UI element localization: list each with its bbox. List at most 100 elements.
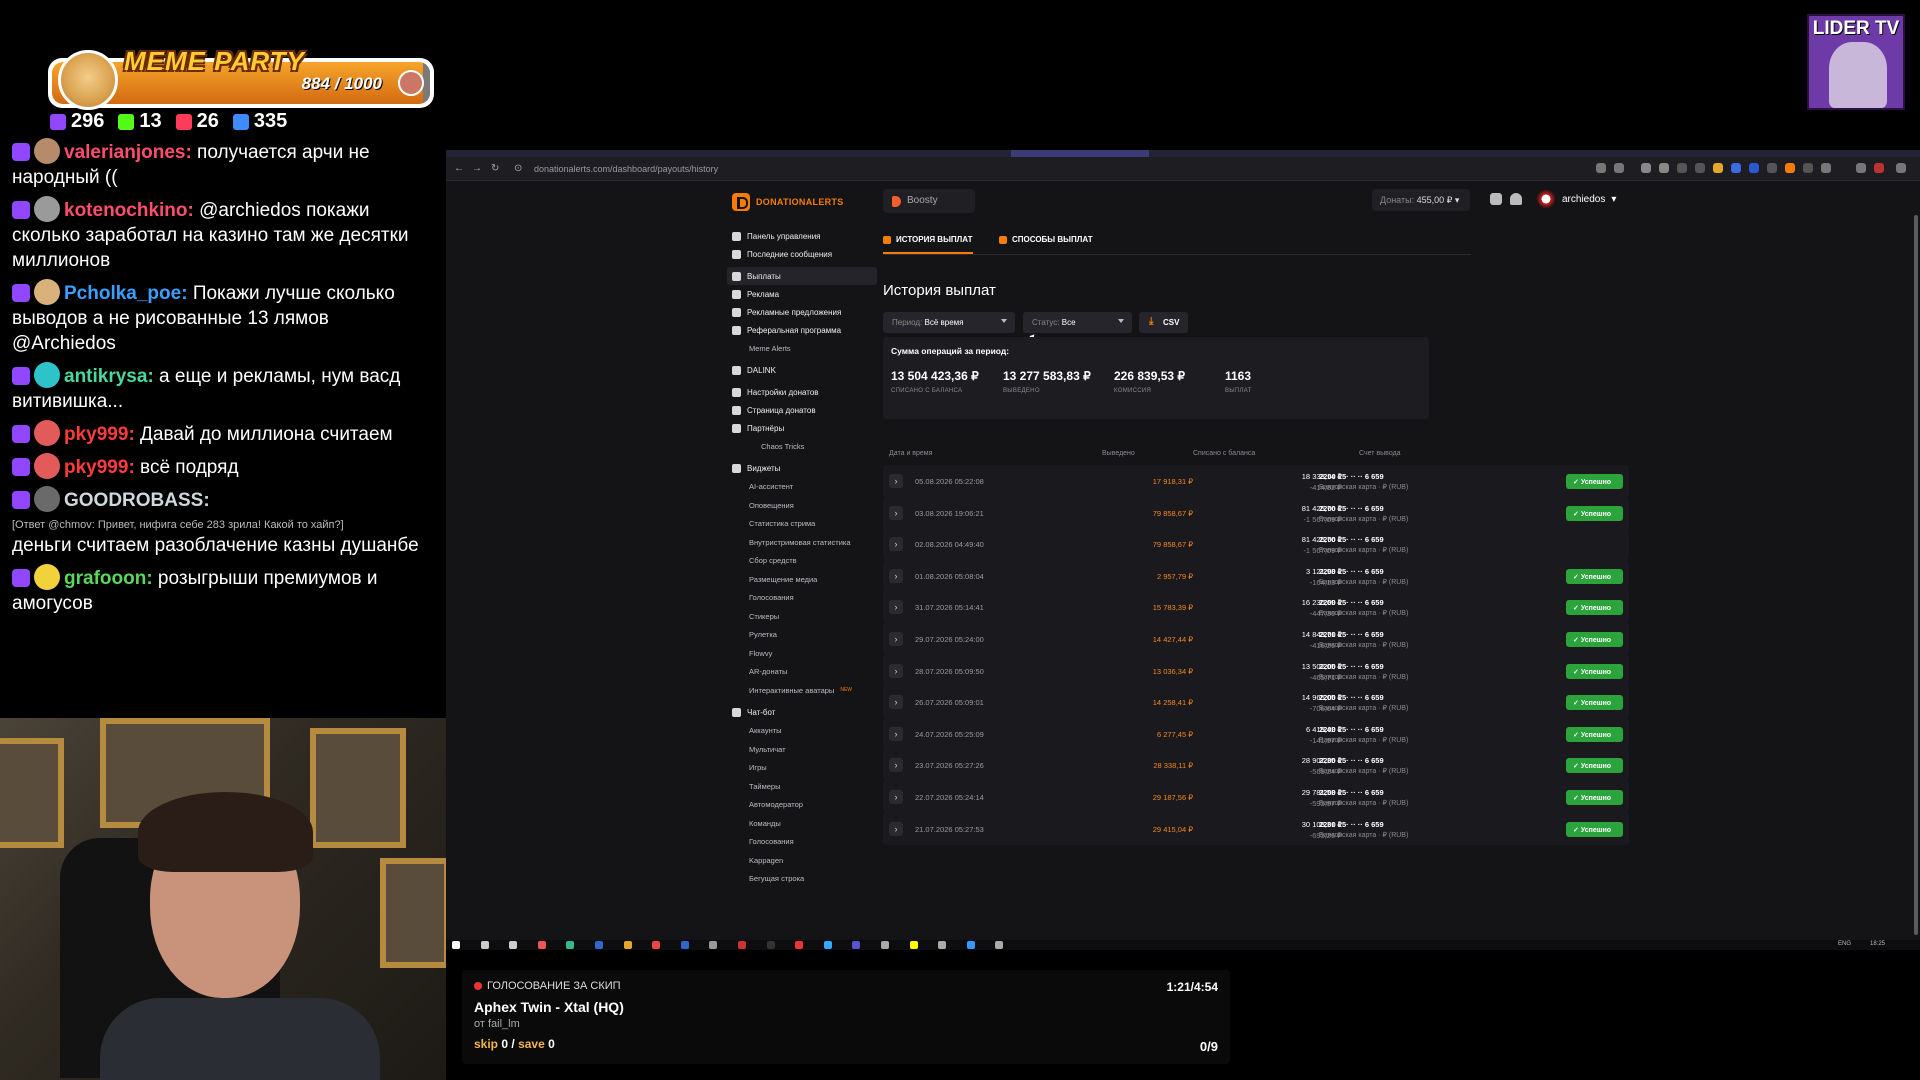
sidebar-item[interactable]: Интерактивные аватары NEW <box>727 681 877 700</box>
extension-icon[interactable] <box>1749 163 1759 173</box>
taskbar-app-icon[interactable] <box>537 941 546 949</box>
taskbar-app-icon[interactable] <box>566 941 575 949</box>
sidebar-item[interactable]: AR-донаты <box>727 663 877 682</box>
sidebar-item[interactable]: Страница донатов <box>727 402 877 420</box>
bell-icon[interactable] <box>1510 193 1522 205</box>
taskbar-app-icon[interactable] <box>709 941 718 949</box>
sidebar-item[interactable]: Голосования <box>727 833 877 852</box>
sidebar-item[interactable]: DALINK <box>727 362 877 380</box>
chevron-right-icon[interactable]: › <box>889 632 903 646</box>
tab-payout-methods[interactable]: СПОСОБЫ ВЫПЛАТ <box>999 235 1093 244</box>
chevron-right-icon[interactable]: › <box>889 695 903 710</box>
menu-icon[interactable] <box>1896 163 1906 173</box>
sidebar-item[interactable]: Сбор средств <box>727 552 877 571</box>
taskbar-app-icon[interactable] <box>766 941 775 949</box>
scrollbar[interactable] <box>1914 215 1918 935</box>
active-tab[interactable] <box>1011 150 1149 157</box>
sidebar-item[interactable]: Внутристримовая статистика <box>727 533 877 552</box>
profile-icon[interactable] <box>1874 163 1884 173</box>
table-row[interactable]: › 21.07.2026 05:27:53 29 415,04 ₽30 108,31… <box>883 812 1629 845</box>
taskbar-app-icon[interactable] <box>509 941 518 949</box>
sidebar-item[interactable]: Стикеры <box>727 607 877 626</box>
sidebar-item[interactable]: Панель управления <box>727 227 877 245</box>
wallet-icon[interactable] <box>1490 193 1502 205</box>
forward-icon[interactable]: → <box>472 163 482 174</box>
taskbar-app-icon[interactable] <box>452 941 460 949</box>
sidebar-item[interactable]: Рекламные предложения <box>727 303 877 321</box>
taskbar-app-icon[interactable] <box>966 941 975 949</box>
chat-username[interactable]: valerianjones: <box>64 142 192 163</box>
table-row[interactable]: › 31.07.2026 05:14:41 15 783,39 ₽16 230,69… <box>883 591 1629 624</box>
site-info-icon[interactable]: ⊙ <box>514 163 522 174</box>
taskbar-app-icon[interactable] <box>480 941 489 949</box>
star-icon[interactable] <box>1614 163 1624 173</box>
zoom-icon[interactable] <box>1596 163 1606 173</box>
taskbar-app-icon[interactable] <box>852 941 861 949</box>
extension-icon[interactable] <box>1767 163 1777 173</box>
donationalerts-logo[interactable]: DONATIONALERTS <box>732 193 844 211</box>
chat-username[interactable]: pky999: <box>64 424 135 445</box>
taskbar-app-icon[interactable] <box>680 941 689 949</box>
chat-username[interactable]: grafooon: <box>64 568 153 589</box>
sidebar-item[interactable]: Рулетка <box>727 626 877 645</box>
extension-icon[interactable] <box>1785 163 1795 173</box>
taskbar-app-icon[interactable] <box>623 941 632 949</box>
chevron-right-icon[interactable]: › <box>889 663 903 678</box>
taskbar-app-icon[interactable] <box>595 941 603 949</box>
taskbar-app-icon[interactable] <box>995 941 1004 949</box>
sidebar-item[interactable]: Kappagen <box>727 851 877 870</box>
sidebar-item[interactable]: Оповещения <box>727 496 877 515</box>
sidebar-item[interactable]: Виджеты <box>727 460 877 478</box>
table-row[interactable]: › 05.08.2026 05:22:08 17 918,31 ₽18 333,14… <box>883 465 1629 497</box>
sidebar-item[interactable]: AI-ассистент <box>727 478 877 497</box>
sidebar-item[interactable]: Реферальная программа <box>727 321 877 339</box>
taskbar-app-icon[interactable] <box>909 941 918 949</box>
sidebar-item[interactable]: Выплаты <box>727 267 877 285</box>
csv-export-button[interactable]: CSV <box>1139 312 1188 333</box>
period-select[interactable]: Период: Всё время <box>883 312 1015 333</box>
sidebar-item[interactable]: Настройки донатов <box>727 384 877 402</box>
boosty-button[interactable]: Boosty <box>883 189 975 213</box>
status-select[interactable]: Статус: Все <box>1023 312 1132 333</box>
sidepanel-icon[interactable] <box>1856 163 1866 173</box>
chat-username[interactable]: pky999: <box>64 457 135 478</box>
taskbar-app-icon[interactable] <box>652 941 661 949</box>
table-row[interactable]: › 03.08.2026 19:06:21 79 858,67 ₽81 425,76… <box>883 496 1629 529</box>
chevron-right-icon[interactable]: › <box>889 537 903 552</box>
chevron-right-icon[interactable]: › <box>889 474 903 488</box>
table-row[interactable]: › 26.07.2026 05:09:01 14 258,41 ₽14 965,05… <box>883 686 1629 719</box>
sidebar-item[interactable]: Flowvy <box>727 644 877 663</box>
chevron-right-icon[interactable]: › <box>889 758 903 773</box>
taskbar-app-icon[interactable] <box>938 941 947 949</box>
reload-icon[interactable]: ↻ <box>491 163 499 174</box>
table-row[interactable]: › 23.07.2026 05:27:26 28 338,11 ₽28 907,35… <box>883 749 1629 782</box>
extension-icon[interactable] <box>1713 163 1723 173</box>
chevron-right-icon[interactable]: › <box>889 790 903 804</box>
sidebar-item[interactable]: Chaos Tricks <box>727 438 877 456</box>
sidebar-item[interactable]: Реклама <box>727 285 877 303</box>
sidebar-item[interactable]: Последние сообщения <box>727 245 877 263</box>
sidebar-item[interactable]: Бегущая строка <box>727 870 877 889</box>
sidebar-item[interactable]: Автомодератор <box>727 796 877 815</box>
chevron-right-icon[interactable]: › <box>889 568 903 583</box>
donats-balance[interactable]: Донаты: 455,00 ₽ ▾ <box>1372 189 1470 211</box>
chevron-right-icon[interactable]: › <box>889 821 903 836</box>
chevron-right-icon[interactable]: › <box>889 505 903 520</box>
chat-username[interactable]: antikrysa: <box>64 366 154 387</box>
lang-indicator[interactable]: ENG <box>1838 941 1851 947</box>
chat-username[interactable]: GOODROBASS: <box>64 490 210 511</box>
taskbar-app-icon[interactable] <box>795 941 804 949</box>
extension-icon[interactable] <box>1641 163 1651 173</box>
sidebar-item[interactable]: Игры <box>727 759 877 778</box>
sidebar-item[interactable]: Чат-бот <box>727 704 877 722</box>
extension-icon[interactable] <box>1659 163 1669 173</box>
extension-icon[interactable] <box>1731 163 1741 173</box>
table-row[interactable]: › 28.07.2026 05:09:50 13 036,34 ₽13 502,05… <box>883 654 1629 687</box>
chevron-right-icon[interactable]: › <box>889 726 903 741</box>
table-row[interactable]: › 24.07.2026 05:25:09 6 277,45 ₽6 419,42 ₽… <box>883 717 1629 750</box>
sidebar-item[interactable]: Голосования <box>727 589 877 608</box>
sidebar-item[interactable]: Meme Alerts <box>727 339 877 358</box>
chevron-right-icon[interactable]: › <box>889 600 903 615</box>
tab-payout-history[interactable]: ИСТОРИЯ ВЫПЛАТ <box>883 235 973 254</box>
user-menu[interactable]: archiedos ▾ <box>1536 189 1616 209</box>
